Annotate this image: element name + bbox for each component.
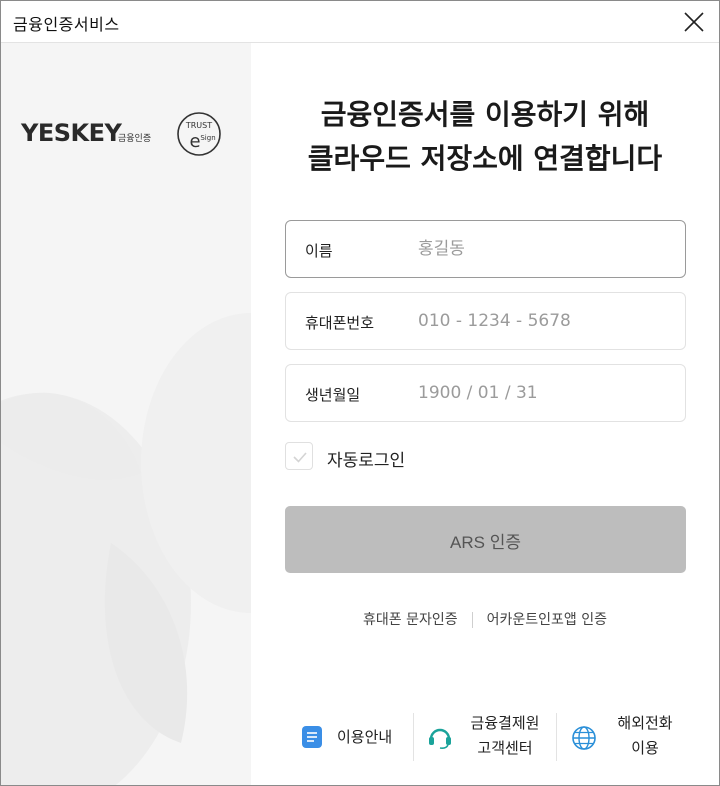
ars-auth-button[interactable]: ARS 인증 [285, 506, 686, 573]
name-label: 이름 [305, 242, 333, 260]
title-bar: 금융인증서비스 [1, 1, 719, 43]
phone-field[interactable]: 휴대폰번호 [285, 292, 686, 350]
app-window: 금융인증서비스 YESKEY 금융인증 TRUST e Sign 금융인증서를 … [0, 0, 720, 786]
yeskey-logo: YESKEY 금융인증 TRUST e Sign [21, 109, 231, 159]
name-field[interactable]: 이름 [285, 220, 686, 278]
trust-esign-seal: TRUST e Sign [177, 112, 221, 156]
phone-input[interactable] [418, 303, 668, 339]
overseas-call-line2: 이용 [631, 739, 659, 757]
check-icon [293, 452, 307, 463]
globe-icon [572, 726, 596, 750]
close-button[interactable] [681, 9, 707, 35]
logo-wordmark: YESKEY [21, 119, 122, 147]
brand-panel: YESKEY 금융인증 TRUST e Sign [1, 43, 251, 785]
name-input[interactable] [418, 231, 668, 267]
headline-line-2: 클라우드 저장소에 연결합니다 [307, 142, 663, 175]
auto-login-checkbox[interactable] [285, 442, 313, 470]
svg-text:Sign: Sign [200, 134, 215, 142]
auto-login-row[interactable]: 자동로그인 [285, 441, 485, 473]
account-info-auth-link[interactable]: 어카운트인포앱 인증 [487, 612, 607, 628]
footer-divider [413, 713, 414, 761]
birthdate-label: 생년월일 [305, 386, 361, 404]
page-headline: 금융인증서를 이용하기 위해 클라우드 저장소에 연결합니다 [251, 93, 719, 181]
auto-login-label: 자동로그인 [327, 451, 406, 471]
headset-icon [429, 728, 451, 749]
svg-text:e: e [189, 131, 200, 152]
overseas-call-link[interactable]: 해외전화 이용 [571, 707, 701, 767]
window-title: 금융인증서비스 [13, 15, 120, 34]
ars-auth-label: ARS 인증 [450, 533, 521, 552]
login-panel: 금융인증서를 이용하기 위해 클라우드 저장소에 연결합니다 이름 휴대폰번호 … [251, 43, 719, 785]
close-icon [684, 12, 704, 32]
footer-links: 이용안내 금융결제원 고객센터 해외전화 이용 [251, 707, 719, 767]
customer-center-link[interactable]: 금융결제원 고객센터 [427, 707, 547, 767]
document-icon [302, 726, 322, 748]
birthdate-input[interactable] [418, 375, 668, 411]
headline-line-1: 금융인증서를 이용하기 위해 [320, 98, 650, 131]
usage-guide-link[interactable]: 이용안내 [301, 707, 409, 767]
link-divider [471, 612, 473, 628]
phone-label: 휴대폰번호 [305, 314, 375, 332]
usage-guide-label: 이용안내 [337, 728, 393, 746]
overseas-call-line1: 해외전화 [617, 714, 673, 732]
footer-divider [556, 713, 557, 761]
svg-text:TRUST: TRUST [185, 121, 212, 130]
customer-center-line1: 금융결제원 [470, 714, 540, 732]
customer-center-line2: 고객센터 [477, 739, 533, 757]
alternative-auth-links: 휴대폰 문자인증 어카운트인포앱 인증 [251, 609, 719, 633]
birthdate-field[interactable]: 생년월일 [285, 364, 686, 422]
logo-sub-label: 금융인증 [118, 134, 152, 144]
sms-auth-link[interactable]: 휴대폰 문자인증 [363, 612, 458, 628]
